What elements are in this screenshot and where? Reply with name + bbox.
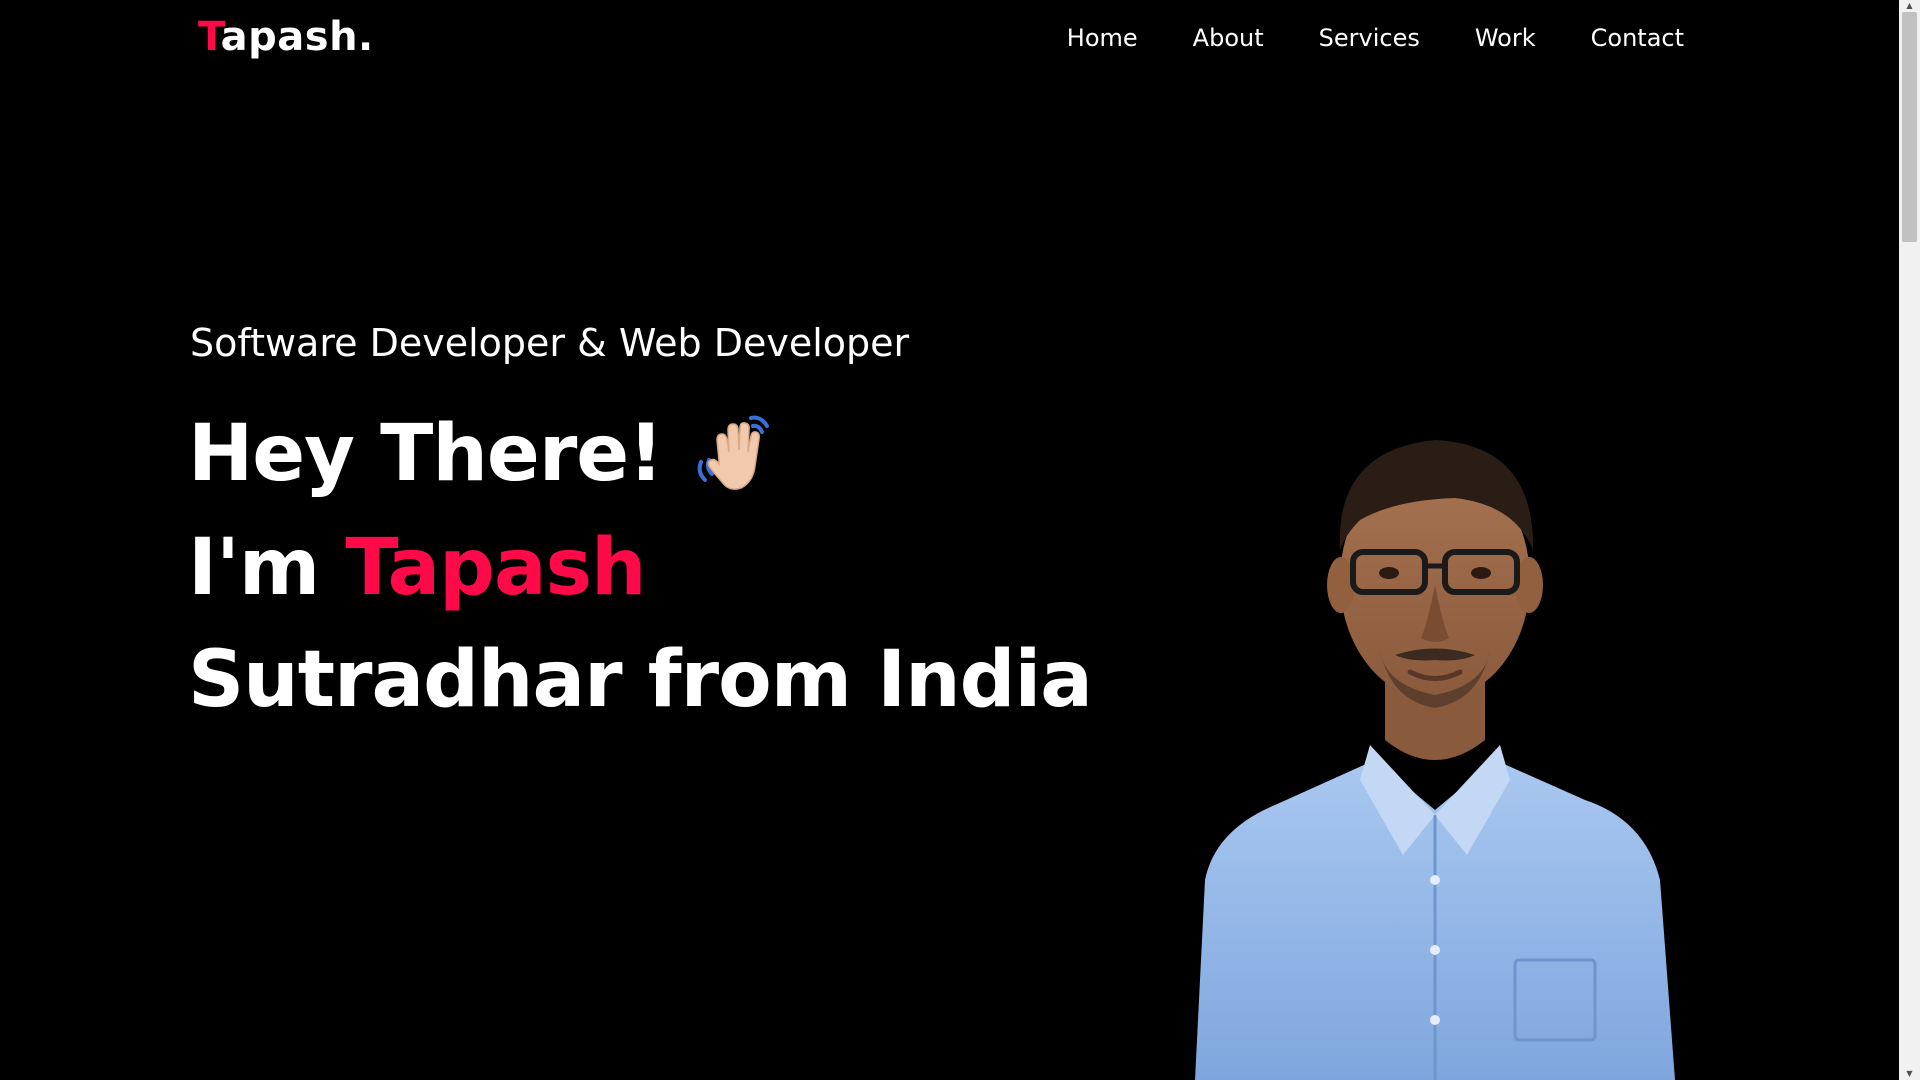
scroll-down-arrow-icon[interactable]: ▼ xyxy=(1899,1068,1920,1080)
nav-services[interactable]: Services xyxy=(1319,18,1420,58)
hero-greeting: Hey There! xyxy=(188,409,664,499)
nav-contact[interactable]: Contact xyxy=(1591,18,1684,58)
logo-initial: T xyxy=(198,14,221,60)
page-scrollbar[interactable]: ▲ ▼ xyxy=(1899,0,1920,1080)
nav-work[interactable]: Work xyxy=(1475,18,1536,58)
hero-intro-line: I'm Tapash xyxy=(188,520,647,616)
nav-about[interactable]: About xyxy=(1193,18,1264,58)
logo-text: apash xyxy=(220,14,359,60)
hero-greeting-line: Hey There! xyxy=(188,406,777,502)
page: Tapash. Home About Services Work Contact… xyxy=(0,0,1920,1080)
logo-dot: . xyxy=(358,14,374,60)
hero-name: Tapash xyxy=(345,523,646,613)
profile-photo xyxy=(1155,410,1715,1080)
site-logo[interactable]: Tapash. xyxy=(198,10,374,64)
hero-location-line: Sutradhar from India xyxy=(188,635,1093,725)
waving-hand-icon xyxy=(691,410,777,496)
nav-home[interactable]: Home xyxy=(1067,18,1138,58)
hero-subtitle: Software Developer & Web Developer xyxy=(190,321,910,365)
scroll-thumb[interactable] xyxy=(1902,12,1917,242)
main-nav: Home About Services Work Contact xyxy=(1067,16,1684,60)
hero-intro-prefix: I'm xyxy=(188,523,346,613)
scroll-up-arrow-icon[interactable]: ▲ xyxy=(1899,0,1920,12)
